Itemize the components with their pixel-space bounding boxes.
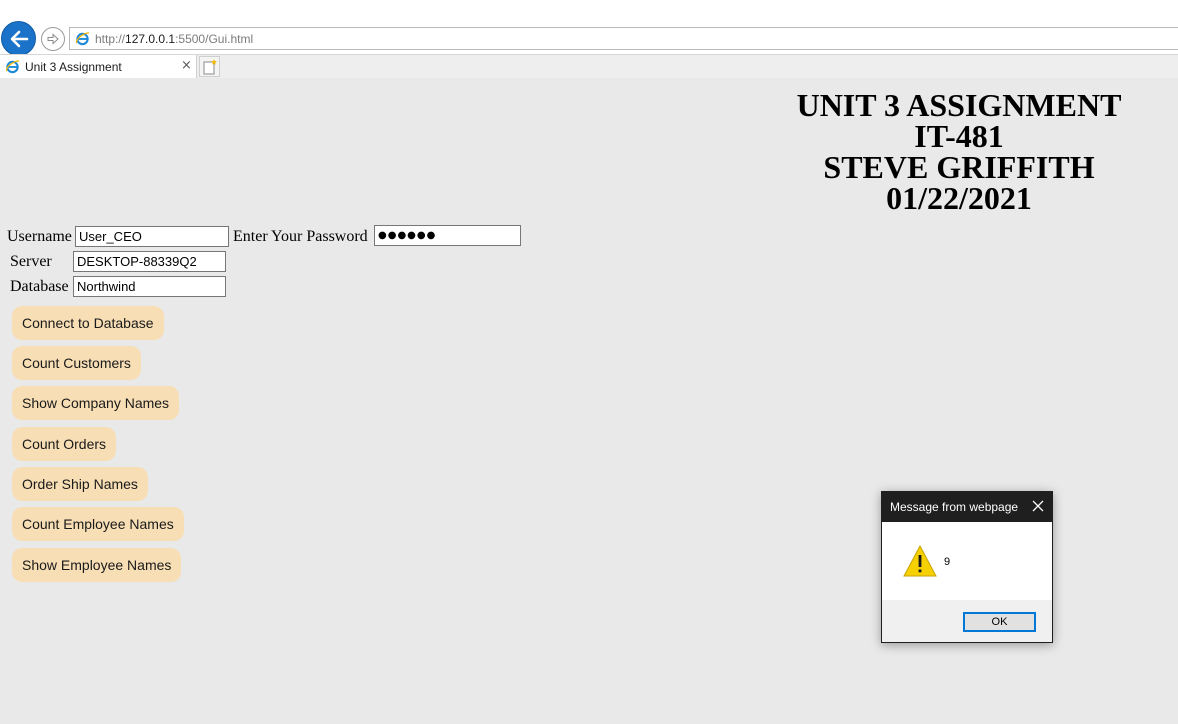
message-dialog: Message from webpage 9 OK (881, 491, 1053, 643)
page-heading: UNIT 3 ASSIGNMENT IT-481 STEVE GRIFFITH … (740, 87, 1178, 216)
username-input[interactable]: User_CEO (75, 226, 229, 247)
ie-icon (76, 32, 90, 46)
dialog-title: Message from webpage (890, 500, 1019, 514)
tab-close-icon[interactable]: × (181, 58, 192, 73)
username-label: Username (7, 228, 72, 245)
order-ship-names-button[interactable]: Order Ship Names (12, 467, 148, 501)
dialog-body: 9 (882, 522, 1052, 600)
url-host: 127.0.0.1 (125, 32, 176, 46)
address-bar[interactable]: http://127.0.0.1:5500/Gui.html (69, 27, 1178, 50)
url-text: http://127.0.0.1:5500/Gui.html (95, 32, 253, 46)
ok-button[interactable]: OK (963, 612, 1036, 632)
database-label: Database (10, 278, 69, 295)
forward-button[interactable] (41, 27, 65, 51)
browser-nav-bar: http://127.0.0.1:5500/Gui.html (0, 0, 1178, 56)
new-tab-icon (203, 59, 217, 75)
connect-database-button[interactable]: Connect to Database (12, 306, 164, 340)
heading-line-3: STEVE GRIFFITH (823, 149, 1095, 185)
dialog-close-icon[interactable] (1031, 499, 1045, 513)
count-employee-names-button[interactable]: Count Employee Names (12, 507, 184, 541)
show-company-names-button[interactable]: Show Company Names (12, 386, 180, 420)
server-label: Server (10, 253, 52, 270)
heading-line-1: UNIT 3 ASSIGNMENT (796, 87, 1122, 123)
warning-icon (903, 545, 937, 577)
new-tab-button[interactable] (199, 56, 220, 77)
forward-arrow-icon (47, 33, 59, 45)
password-label: Enter Your Password (233, 228, 368, 245)
count-orders-button[interactable]: Count Orders (12, 427, 117, 461)
tab-bar: Unit 3 Assignment × (0, 54, 1178, 79)
url-prefix: http:// (95, 32, 126, 46)
show-employee-names-button[interactable]: Show Employee Names (12, 548, 182, 582)
back-arrow-icon (10, 30, 29, 48)
server-input[interactable]: DESKTOP-88339Q2 (73, 251, 226, 272)
tab-ie-icon (6, 60, 20, 74)
heading-line-4: 01/22/2021 (886, 180, 1032, 216)
password-input[interactable]: ●●●●●● (374, 225, 521, 246)
back-button[interactable] (1, 21, 36, 56)
tab-unit3[interactable]: Unit 3 Assignment × (0, 55, 197, 79)
heading-line-2: IT-481 (914, 118, 1004, 154)
database-input[interactable]: Northwind (73, 276, 226, 297)
dialog-title-bar: Message from webpage (882, 492, 1052, 522)
dialog-message: 9 (944, 556, 951, 568)
tab-title: Unit 3 Assignment (25, 60, 122, 74)
count-customers-button[interactable]: Count Customers (12, 346, 141, 380)
dialog-footer: OK (882, 600, 1052, 642)
url-path: :5500/Gui.html (175, 32, 254, 46)
